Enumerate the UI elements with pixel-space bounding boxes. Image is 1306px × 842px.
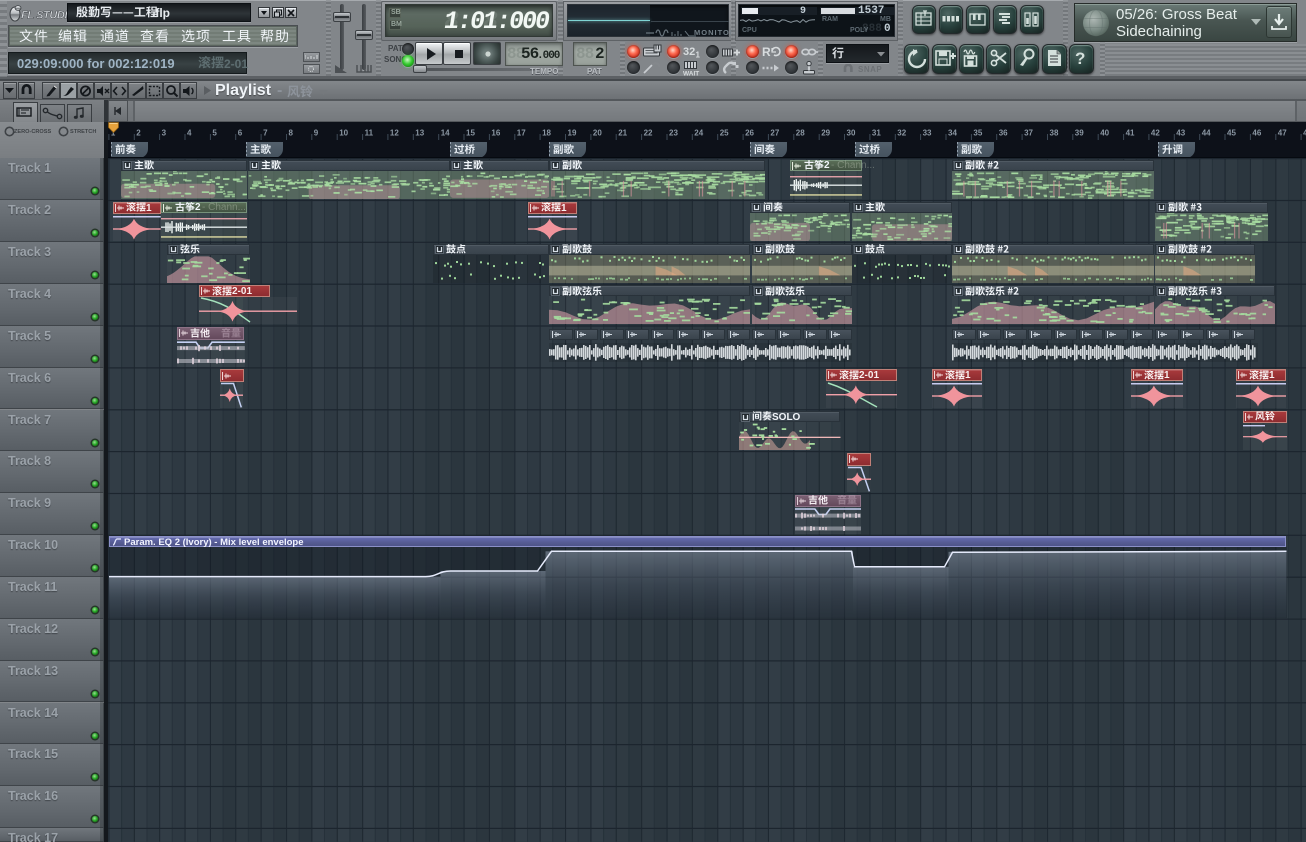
- svg-text:24: 24: [694, 129, 703, 138]
- svg-text:39: 39: [1075, 129, 1084, 138]
- svg-text:37: 37: [1024, 129, 1033, 138]
- svg-text:3: 3: [162, 129, 167, 138]
- svg-text:10: 10: [339, 129, 348, 138]
- svg-text:4: 4: [187, 129, 192, 138]
- svg-text:7: 7: [263, 129, 268, 138]
- svg-text:9: 9: [314, 129, 319, 138]
- svg-text:?: ?: [1075, 49, 1085, 68]
- svg-text:13: 13: [415, 129, 424, 138]
- svg-text:30: 30: [847, 129, 856, 138]
- svg-text:42: 42: [1151, 129, 1160, 138]
- svg-text:15: 15: [466, 129, 475, 138]
- svg-text:R: R: [762, 45, 771, 59]
- svg-text:31: 31: [872, 129, 881, 138]
- svg-text:6: 6: [238, 129, 243, 138]
- svg-text:21: 21: [618, 129, 627, 138]
- svg-text:25: 25: [720, 129, 729, 138]
- svg-text:35: 35: [973, 129, 982, 138]
- svg-text:16: 16: [491, 129, 500, 138]
- svg-text:1: 1: [696, 51, 701, 60]
- svg-text:11: 11: [365, 129, 374, 138]
- svg-text:2: 2: [136, 129, 141, 138]
- svg-text:WAIT: WAIT: [683, 71, 699, 77]
- svg-text:36: 36: [999, 129, 1008, 138]
- svg-text:41: 41: [1126, 129, 1135, 138]
- svg-text:28: 28: [796, 129, 805, 138]
- svg-text:38: 38: [1050, 129, 1059, 138]
- svg-text:12: 12: [390, 129, 399, 138]
- svg-text:18: 18: [542, 129, 551, 138]
- svg-text:43: 43: [1176, 129, 1185, 138]
- svg-text:17: 17: [517, 129, 526, 138]
- svg-text:33: 33: [923, 129, 932, 138]
- svg-text:46: 46: [1252, 129, 1261, 138]
- svg-text:44: 44: [1202, 129, 1211, 138]
- svg-text:19: 19: [568, 129, 577, 138]
- svg-text:34: 34: [948, 129, 957, 138]
- svg-text:5: 5: [212, 129, 217, 138]
- svg-text:32: 32: [683, 46, 695, 58]
- svg-text:47: 47: [1278, 129, 1287, 138]
- svg-text:22: 22: [644, 129, 653, 138]
- svg-text:27: 27: [770, 129, 779, 138]
- svg-text:40: 40: [1100, 129, 1109, 138]
- svg-text:14: 14: [441, 129, 450, 138]
- svg-text:23: 23: [669, 129, 678, 138]
- svg-text:45: 45: [1227, 129, 1236, 138]
- svg-text:8: 8: [289, 129, 294, 138]
- svg-text:FL STUDIO: FL STUDIO: [21, 10, 70, 22]
- svg-text:26: 26: [745, 129, 754, 138]
- svg-text:32: 32: [897, 129, 906, 138]
- svg-text:29: 29: [821, 129, 830, 138]
- svg-text:20: 20: [593, 129, 602, 138]
